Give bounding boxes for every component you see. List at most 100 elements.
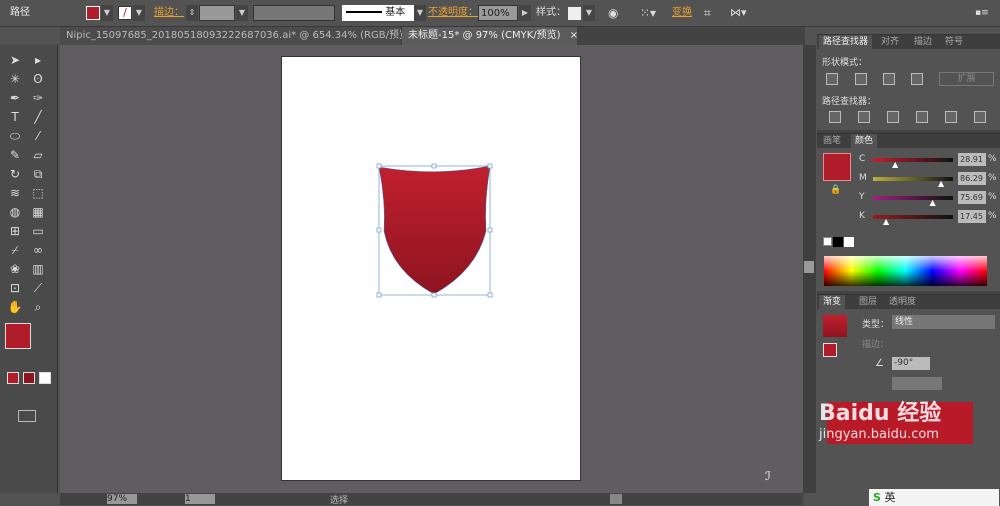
selection-icon[interactable]: ➤: [6, 51, 24, 69]
minus-back-icon[interactable]: [974, 111, 986, 123]
eyedropper-icon[interactable]: ⌿: [6, 241, 24, 259]
rotate-icon[interactable]: ↻: [6, 165, 24, 183]
warp-icon[interactable]: ≋: [6, 184, 24, 202]
fill-dropdown[interactable]: ▼: [101, 5, 113, 21]
shield-shape[interactable]: [376, 163, 496, 299]
eraser-icon[interactable]: ▱: [29, 146, 47, 164]
shape-builder-icon[interactable]: ◍: [6, 203, 24, 221]
stroke-weight-stepper[interactable]: ⇕: [186, 5, 198, 21]
magic-wand-icon[interactable]: ✳: [6, 70, 24, 88]
stroke-link[interactable]: 描边：: [154, 5, 184, 21]
ellipse-icon[interactable]: ⬭: [6, 127, 24, 145]
ime-mode[interactable]: 英: [884, 491, 895, 504]
opacity-input[interactable]: 100%: [478, 5, 518, 21]
white-swatch[interactable]: [844, 237, 854, 247]
gradient-icon[interactable]: ▭: [29, 222, 47, 240]
scale-icon[interactable]: ⧉: [29, 165, 47, 183]
exclude-icon[interactable]: [911, 73, 923, 85]
graph-icon[interactable]: ▥: [29, 260, 47, 278]
channel-value[interactable]: 17.45: [958, 210, 986, 223]
canvas[interactable]: ℐ: [60, 45, 803, 493]
color-spectrum[interactable]: [824, 256, 987, 286]
graphic-style-swatch[interactable]: [568, 7, 581, 20]
zoom-input[interactable]: 97%: [107, 494, 137, 504]
slider-handle[interactable]: ▲: [938, 179, 944, 188]
gradient-type-select[interactable]: 线性: [892, 315, 995, 329]
pen-icon[interactable]: ✒: [6, 89, 24, 107]
tab-align[interactable]: 对齐: [877, 35, 903, 49]
screen-mode-icon[interactable]: [18, 410, 36, 422]
minus-front-icon[interactable]: [855, 73, 867, 85]
stroke-weight-input[interactable]: [199, 5, 235, 21]
panel-menu-icon[interactable]: ▪≡: [975, 5, 989, 21]
lasso-icon[interactable]: ʘ: [29, 70, 47, 88]
none-mode-button[interactable]: [39, 372, 51, 384]
mesh-icon[interactable]: ⊞: [6, 222, 24, 240]
doc-tab-1[interactable]: Nipic_15097685_20180518093222687036.ai* …: [60, 27, 432, 45]
direct-selection-icon[interactable]: ▸: [29, 51, 47, 69]
color-mode-button[interactable]: [7, 372, 19, 384]
channel-value[interactable]: 75.69: [958, 191, 986, 204]
black-swatch[interactable]: [833, 237, 843, 247]
channel-slider[interactable]: [873, 158, 953, 162]
pencil-icon[interactable]: ✎: [6, 146, 24, 164]
outline-icon[interactable]: [945, 111, 957, 123]
unite-icon[interactable]: [826, 73, 838, 85]
horizontal-scroll-thumb[interactable]: [610, 494, 622, 504]
style-dropdown[interactable]: ▼: [583, 5, 595, 21]
tab-gradient[interactable]: 渐变: [819, 295, 846, 309]
page-input[interactable]: 1: [185, 494, 215, 504]
opacity-link[interactable]: 不透明度：: [428, 5, 478, 21]
hand-icon[interactable]: ✋: [6, 298, 24, 316]
line-icon[interactable]: ╱: [29, 108, 47, 126]
stroke-weight-dropdown[interactable]: ▼: [236, 5, 248, 21]
close-icon[interactable]: ×: [570, 30, 578, 41]
slider-handle[interactable]: ▲: [883, 217, 889, 226]
stroke-none-swatch[interactable]: /: [118, 6, 132, 20]
out-of-gamut-icon[interactable]: 🔒: [830, 185, 841, 195]
ime-taskbar[interactable]: S 英: [869, 489, 999, 506]
tab-brushes[interactable]: 画笔: [819, 134, 845, 148]
aspect-ratio-input[interactable]: [892, 377, 942, 390]
tab-layers[interactable]: 图层: [855, 295, 881, 309]
slider-handle[interactable]: ▲: [930, 198, 936, 207]
scroll-thumb[interactable]: [804, 261, 814, 273]
doc-tab-2[interactable]: 未标题-15* @ 97% (CMYK/预览) ×: [402, 27, 578, 45]
tab-transparency[interactable]: 透明度: [885, 295, 920, 309]
isolate-icon[interactable]: ⌗: [704, 5, 711, 21]
zoom-icon[interactable]: ⌕: [29, 298, 47, 316]
merge-icon[interactable]: [887, 111, 899, 123]
symbol-sprayer-icon[interactable]: ❀: [6, 260, 24, 278]
tab-stroke[interactable]: 描边: [910, 35, 936, 49]
fill-swatch[interactable]: [86, 6, 100, 20]
transform-icon[interactable]: ⋈▾: [730, 5, 747, 21]
tab-color[interactable]: 颜色: [851, 134, 878, 148]
align-icon[interactable]: ⁙▾: [640, 5, 656, 21]
document-setup-icon[interactable]: ◉: [608, 5, 618, 21]
crop-icon[interactable]: [916, 111, 928, 123]
fill-color-swatch[interactable]: [823, 153, 851, 181]
divide-icon[interactable]: [829, 111, 841, 123]
intersect-icon[interactable]: [883, 73, 895, 85]
fill-color-box[interactable]: [5, 323, 31, 349]
gradient-fill-swatch[interactable]: [823, 343, 837, 357]
tab-symbols[interactable]: 符号: [941, 35, 967, 49]
perspective-icon[interactable]: ▦: [29, 203, 47, 221]
channel-value[interactable]: 28.91: [958, 153, 986, 166]
brush-dropdown[interactable]: ▼: [414, 5, 426, 21]
recolor-button[interactable]: 变换: [672, 5, 692, 21]
slider-handle[interactable]: ▲: [892, 160, 898, 169]
paintbrush-icon[interactable]: ⁄: [29, 127, 47, 145]
stroke-dropdown[interactable]: ▼: [133, 5, 145, 21]
slice-icon[interactable]: ⟋: [29, 279, 47, 297]
angle-input[interactable]: -90°: [892, 357, 930, 370]
artboard-icon[interactable]: ⊡: [6, 279, 24, 297]
tab-pathfinder[interactable]: 路径查找器: [819, 35, 873, 49]
type-icon[interactable]: T: [6, 108, 24, 126]
trim-icon[interactable]: [858, 111, 870, 123]
brush-style-select[interactable]: 基本: [342, 5, 420, 21]
expand-button[interactable]: 扩展: [939, 72, 994, 86]
channel-slider[interactable]: [873, 196, 953, 200]
free-transform-icon[interactable]: ⬚: [29, 184, 47, 202]
opacity-arrow[interactable]: ▶: [519, 5, 531, 21]
